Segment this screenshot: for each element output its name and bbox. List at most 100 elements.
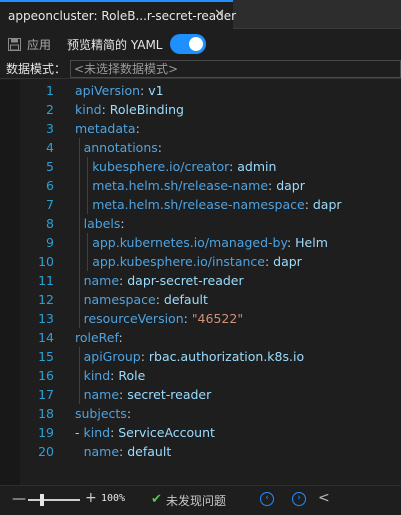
zoom-slider-track[interactable] (28, 499, 80, 501)
line-number: 20 (38, 444, 54, 459)
code-text: roleRef: (75, 330, 123, 345)
close-icon[interactable]: ✕ (214, 7, 225, 22)
yaml-key: name (83, 444, 120, 459)
previous-problem-icon[interactable]: ‹ (260, 492, 274, 506)
save-icon[interactable] (8, 37, 21, 51)
yaml-key: kind (83, 425, 111, 440)
code-line: 5 kubesphere.io/creator: admin (0, 157, 401, 176)
code-text: app.kubesphere.io/instance: dapr (92, 254, 302, 269)
line-number: 10 (38, 254, 54, 269)
code-text: kubesphere.io/creator: admin (92, 159, 277, 174)
code-text: annotations: (83, 140, 162, 155)
yaml-key: resourceVersion (83, 311, 184, 326)
code-line: 17 name: secret-reader (0, 385, 401, 404)
code-line: 9 app.kubernetes.io/managed-by: Helm (0, 233, 401, 252)
yaml-key: kind (83, 368, 111, 383)
yaml-key: namespace (83, 292, 156, 307)
code-text: kind: RoleBinding (75, 102, 184, 117)
tab-bar: appeoncluster: RoleB...r-secret-reader ✕ (0, 0, 401, 29)
toolbar: 应用 预览精简的 YAML (0, 29, 401, 59)
code-text: name: default (83, 444, 172, 459)
line-number: 12 (38, 292, 54, 307)
zoom-out-button[interactable]: — (12, 491, 26, 507)
code-line: 13 resourceVersion: "46522" (0, 309, 401, 328)
line-number: 6 (46, 178, 54, 193)
code-line: 11 name: dapr-secret-reader (0, 271, 401, 290)
next-problem-icon[interactable]: › (292, 492, 306, 506)
code-line: 6 meta.helm.sh/release-name: dapr (0, 176, 401, 195)
yaml-key: kind (75, 102, 102, 117)
code-text: - kind: ServiceAccount (75, 425, 215, 440)
indent-guide (79, 138, 80, 328)
yaml-editor[interactable]: 1 apiVersion: v1 2 kind: RoleBinding 3 metada… (0, 80, 401, 485)
zoom-in-button[interactable]: + (85, 490, 97, 506)
yaml-value: v1 (148, 83, 164, 98)
code-line: 10 app.kubesphere.io/instance: dapr (0, 252, 401, 271)
yaml-value: "46522" (191, 311, 244, 326)
yaml-key: apiGroup (83, 349, 141, 364)
code-text: apiVersion: v1 (75, 83, 164, 98)
chevron-left-icon[interactable]: < (318, 490, 330, 506)
code-text: namespace: default (83, 292, 208, 307)
yaml-value: default (163, 292, 208, 307)
yaml-key: metadata (75, 121, 136, 136)
line-number: 4 (46, 140, 54, 155)
data-mode-bar: 数据模式： <未选择数据模式> (0, 59, 401, 79)
line-number: 14 (38, 330, 54, 345)
yaml-key: meta.helm.sh/release-name (92, 178, 269, 193)
yaml-value: Helm (295, 235, 328, 250)
yaml-value: dapr (273, 254, 302, 269)
code-line: 16 kind: Role (0, 366, 401, 385)
yaml-key: name (83, 273, 120, 288)
code-text: metadata: (75, 121, 140, 136)
line-number: 11 (38, 273, 54, 288)
problems-status: 未发现问题 (166, 494, 227, 508)
code-text: apiGroup: rbac.authorization.k8s.io (83, 349, 305, 364)
yaml-key: roleRef (75, 330, 119, 345)
line-number: 9 (46, 235, 54, 250)
yaml-key: subjects (75, 406, 127, 421)
yaml-value: dapr (276, 178, 305, 193)
code-line: 14 roleRef: (0, 328, 401, 347)
line-number: 17 (38, 387, 54, 402)
simplified-yaml-toggle[interactable] (170, 34, 207, 54)
data-mode-label: 数据模式： (6, 62, 67, 76)
zoom-slider-thumb[interactable] (40, 494, 44, 506)
line-number: 13 (38, 311, 54, 326)
yaml-value: RoleBinding (109, 102, 184, 117)
code-line: 1 apiVersion: v1 (0, 81, 401, 100)
yaml-value: secret-reader (127, 387, 212, 402)
code-line: 8 labels: (0, 214, 401, 233)
editor-tab[interactable]: appeoncluster: RoleB...r-secret-reader ✕ (0, 0, 236, 29)
code-line: 15 apiGroup: rbac.authorization.k8s.io (0, 347, 401, 366)
simplified-yaml-label: 预览精简的 YAML (67, 37, 163, 52)
line-number: 5 (46, 159, 54, 174)
code-line: 3 metadata: (0, 119, 401, 138)
code-line: 18 subjects: (0, 404, 401, 423)
apply-button[interactable]: 应用 (27, 36, 51, 53)
line-number: 3 (46, 121, 54, 136)
yaml-key: labels (83, 216, 121, 231)
line-number: 19 (38, 425, 54, 440)
code-line: 12 namespace: default (0, 290, 401, 309)
code-line: 4 annotations: (0, 138, 401, 157)
code-text: meta.helm.sh/release-name: dapr (92, 178, 305, 193)
data-mode-select[interactable]: <未选择数据模式> (70, 60, 401, 78)
yaml-key: app.kubernetes.io/managed-by (92, 235, 287, 250)
check-icon: ✔ (151, 492, 162, 507)
yaml-value: default (127, 444, 172, 459)
line-number: 18 (38, 406, 54, 421)
yaml-key: apiVersion (75, 83, 141, 98)
yaml-value: dapr (312, 197, 342, 212)
yaml-key: annotations (83, 140, 158, 155)
toggle-knob (189, 37, 204, 51)
yaml-value: dapr-secret-reader (127, 273, 244, 288)
code-line: 20 name: default (0, 442, 401, 461)
code-line: 7 meta.helm.sh/release-namespace: dapr (0, 195, 401, 214)
code-text: kind: Role (83, 368, 146, 383)
indent-guide (79, 347, 80, 404)
code-text: name: dapr-secret-reader (83, 273, 244, 288)
yaml-value: rbac.authorization.k8s.io (148, 349, 305, 364)
yaml-key: kubesphere.io/creator (92, 159, 230, 174)
line-number: 16 (38, 368, 54, 383)
